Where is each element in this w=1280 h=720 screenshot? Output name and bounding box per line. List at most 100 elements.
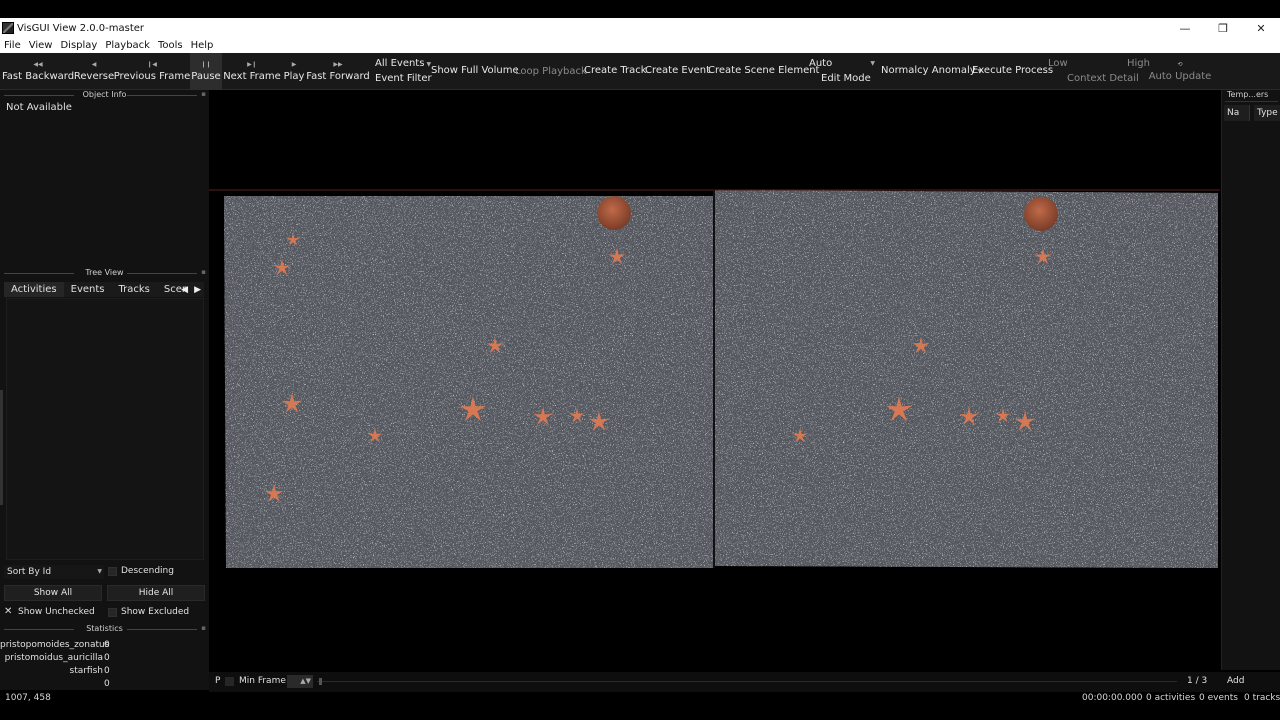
- descending-checkbox[interactable]: [108, 567, 117, 576]
- show-all-button[interactable]: Show All: [4, 585, 102, 601]
- stat-name: pristopomoides_zonatus: [0, 640, 110, 650]
- previous-frame-button[interactable]: ❙◀ Previous Frame: [114, 53, 191, 90]
- create-scene-element-label: Create Scene Element: [708, 65, 820, 76]
- loop-playback-label: Loop Playback: [515, 66, 587, 77]
- reverse-label: Reverse: [73, 71, 115, 82]
- status-bar: 1007, 458 00:00:00.000 0 activities 0 ev…: [0, 692, 1280, 706]
- tree-view-header: Tree View ▪: [0, 268, 209, 278]
- next-frame-button[interactable]: ▶❙ Next Frame: [223, 53, 281, 90]
- edit-mode-label: Edit Mode: [821, 73, 871, 84]
- auto-update-label: Auto Update: [1148, 71, 1212, 82]
- play-button[interactable]: ▶ Play: [282, 53, 306, 90]
- sort-by-value: Sort By Id: [7, 567, 52, 577]
- pin-icon[interactable]: ▪: [201, 624, 206, 632]
- video-viewer[interactable]: [209, 90, 1220, 670]
- event-filter-label: Event Filter: [375, 73, 432, 84]
- tracks-count: 0 tracks: [1244, 693, 1280, 703]
- tree-view-list[interactable]: [6, 298, 204, 560]
- events-count: 0 events: [1199, 693, 1238, 703]
- shell-left: [597, 196, 631, 230]
- column-type-header[interactable]: Type: [1254, 105, 1280, 121]
- min-frame-checkbox[interactable]: [225, 677, 234, 686]
- screen-bottom-strip: [0, 706, 1280, 720]
- right-panel-divider: [1225, 101, 1278, 102]
- tab-events[interactable]: Events: [64, 282, 112, 297]
- pin-icon[interactable]: ▪: [201, 268, 206, 276]
- min-frame-spinbox[interactable]: ▲▼: [287, 675, 313, 688]
- normalcy-anomaly-dropdown[interactable]: Normalcy Anomaly ▼: [881, 65, 982, 76]
- fast-backward-button[interactable]: ◀◀ Fast Backward: [1, 53, 75, 90]
- object-info-header: Object Info ▪: [0, 90, 209, 100]
- frame-slider[interactable]: [317, 681, 1177, 682]
- column-type-label: Type: [1257, 108, 1278, 118]
- statistics-title: Statistics: [86, 624, 123, 633]
- fast-backward-label: Fast Backward: [1, 71, 75, 82]
- event-filter-button[interactable]: Event Filter: [375, 73, 432, 84]
- left-panel-scrollbar[interactable]: [0, 390, 3, 505]
- reverse-icon: ◀: [91, 61, 97, 68]
- next-frame-icon: ▶❙: [247, 61, 257, 68]
- hide-all-button[interactable]: Hide All: [107, 585, 205, 601]
- create-scene-element-button[interactable]: Create Scene Element: [708, 65, 819, 76]
- frame-counter[interactable]: 1 / 3: [1187, 676, 1207, 686]
- fast-forward-icon: ▶▶: [333, 61, 343, 68]
- seafloor-left-shading: [224, 196, 714, 568]
- menu-tools[interactable]: Tools: [154, 40, 187, 51]
- auto-update-button[interactable]: ⟲ Auto Update: [1149, 53, 1212, 90]
- create-event-button[interactable]: Create Event: [645, 65, 710, 76]
- left-camera-image: [224, 196, 714, 568]
- tree-view-tabs: Activities Events Tracks Scen ◀ ▶: [4, 282, 204, 297]
- object-info-title: Object Info: [82, 90, 127, 99]
- stereo-image-view[interactable]: [209, 90, 1220, 670]
- window-title-bar: VisGUI View 2.0.0-master — ❐ ✕: [0, 18, 1280, 38]
- app-icon: [2, 22, 14, 34]
- minimize-button[interactable]: —: [1166, 18, 1204, 38]
- menu-help[interactable]: Help: [187, 40, 218, 51]
- create-track-label: Create Track: [584, 65, 647, 76]
- refresh-icon: ⟲: [1177, 61, 1183, 68]
- menu-view[interactable]: View: [25, 40, 57, 51]
- normalcy-anomaly-label: Normalcy Anomaly: [881, 65, 976, 76]
- close-button[interactable]: ✕: [1242, 18, 1280, 38]
- tab-tracks[interactable]: Tracks: [111, 282, 156, 297]
- edit-mode-dropdown[interactable]: Auto ▼: [809, 58, 875, 69]
- restore-button[interactable]: ❐: [1204, 18, 1242, 38]
- context-detail-label: Context Detail: [1067, 73, 1139, 84]
- frame-slider-handle[interactable]: [319, 678, 322, 685]
- menu-playback[interactable]: Playback: [101, 40, 154, 51]
- play-label: Play: [283, 71, 305, 82]
- fast-forward-label: Fast Forward: [306, 71, 370, 82]
- pause-button[interactable]: ❙❙ Pause: [190, 53, 222, 90]
- fast-backward-icon: ◀◀: [33, 61, 43, 68]
- add-button[interactable]: Add: [1227, 676, 1244, 686]
- execute-process-button[interactable]: Execute Process: [972, 65, 1053, 76]
- pause-icon: ❙❙: [200, 61, 212, 68]
- chevron-down-icon: ▼: [97, 568, 102, 575]
- loop-playback-button[interactable]: Loop Playback: [515, 66, 587, 77]
- tab-scroll-left-icon[interactable]: ◀: [178, 285, 191, 295]
- menu-bar: File View Display Playback Tools Help: [0, 38, 1280, 53]
- stat-value: 0: [104, 679, 110, 689]
- show-excluded-checkbox[interactable]: [108, 608, 117, 617]
- sort-by-dropdown[interactable]: Sort By Id ▼: [4, 565, 104, 579]
- show-full-volume-button[interactable]: Show Full Volume: [431, 65, 519, 76]
- create-track-button[interactable]: Create Track: [584, 65, 647, 76]
- show-unchecked-label: Show Unchecked: [18, 607, 95, 617]
- show-full-volume-label: Show Full Volume: [431, 65, 519, 76]
- tab-scroll-right-icon[interactable]: ▶: [191, 285, 204, 295]
- column-name-header[interactable]: Na: [1224, 105, 1250, 121]
- previous-frame-icon: ❙◀: [147, 61, 157, 68]
- activities-count: 0 activities: [1146, 693, 1196, 703]
- pin-icon[interactable]: ▪: [201, 90, 206, 98]
- checkmark-icon[interactable]: ✕: [4, 606, 12, 617]
- all-events-dropdown[interactable]: All Events ▼: [375, 58, 431, 69]
- playback-time: 00:00:00.000: [1082, 693, 1143, 703]
- context-detail-slider[interactable]: Context Detail: [1067, 73, 1139, 84]
- reverse-button[interactable]: ◀ Reverse: [73, 53, 115, 90]
- show-excluded-label: Show Excluded: [121, 607, 190, 617]
- menu-file[interactable]: File: [0, 40, 25, 51]
- stat-value: 0: [104, 666, 110, 676]
- fast-forward-button[interactable]: ▶▶ Fast Forward: [306, 53, 370, 90]
- menu-display[interactable]: Display: [56, 40, 101, 51]
- tab-activities[interactable]: Activities: [4, 282, 64, 297]
